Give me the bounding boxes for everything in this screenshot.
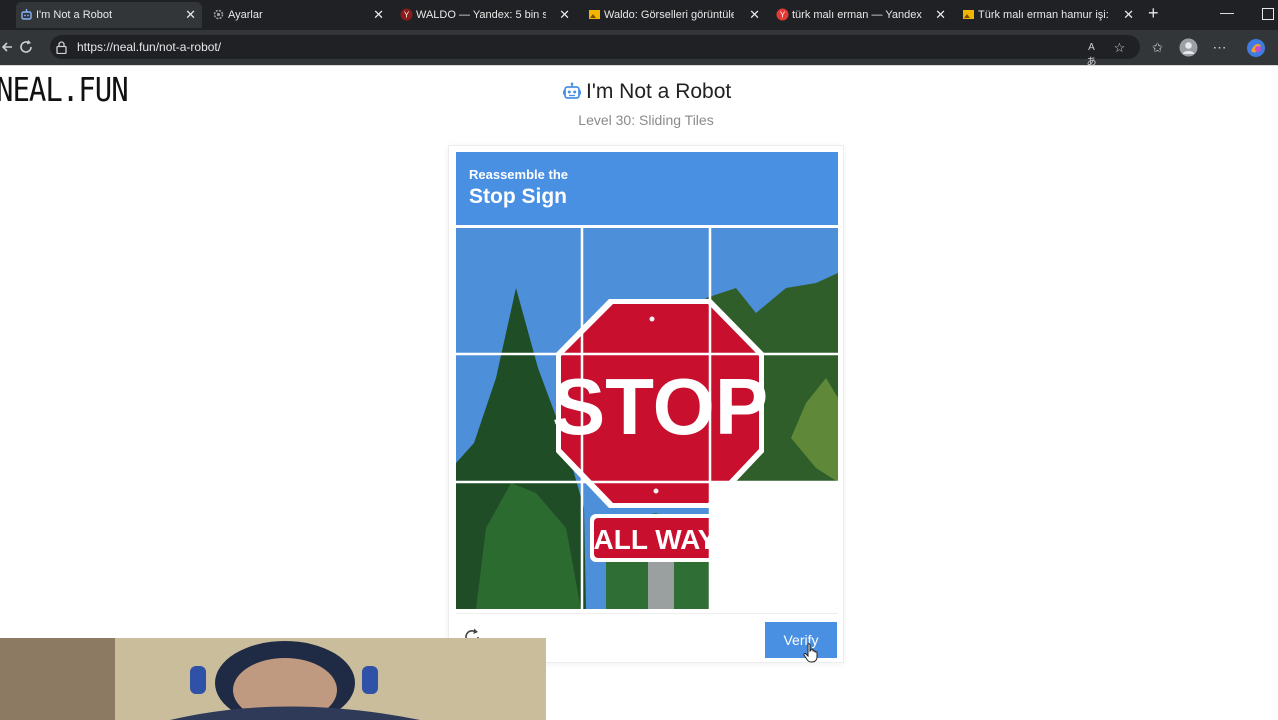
tab-label: Türk malı erman hamur işi: G bbox=[978, 9, 1108, 21]
close-tab-icon[interactable]: ✕ bbox=[749, 6, 760, 24]
headphones-icon bbox=[190, 666, 206, 694]
svg-text:Y: Y bbox=[404, 11, 410, 20]
browser-tab-strip: I'm Not a Robot ✕ Ayarlar ✕ Y WALDO — Ya… bbox=[0, 0, 1278, 30]
more-menu-icon[interactable]: ⋯ bbox=[1212, 40, 1227, 55]
tab-label: Waldo: Görselleri görüntüley bbox=[604, 9, 734, 21]
webcam-overlay bbox=[0, 638, 546, 720]
new-tab-button[interactable]: + bbox=[1148, 3, 1159, 24]
tab-waldo-yandex[interactable]: Y WALDO — Yandex: 5 bin sor ✕ bbox=[396, 2, 576, 28]
read-aloud-icon[interactable]: Aあ bbox=[1084, 40, 1099, 68]
back-arrow-icon[interactable] bbox=[2, 40, 16, 54]
site-logo[interactable]: NEAL.FUN bbox=[0, 70, 129, 109]
maximize-button[interactable] bbox=[1262, 8, 1274, 20]
close-tab-icon[interactable]: ✕ bbox=[185, 6, 196, 24]
images-icon bbox=[589, 10, 600, 19]
headphones-icon bbox=[362, 666, 378, 694]
hand-cursor-icon bbox=[803, 643, 818, 663]
all-way-text: ALL WAY bbox=[594, 524, 717, 555]
yandex-icon: Y bbox=[776, 8, 789, 21]
robot-icon bbox=[563, 82, 581, 99]
stop-sign-text: STOP bbox=[552, 362, 768, 451]
tab-turk-mali-hamur[interactable]: Türk malı erman hamur işi: G ✕ bbox=[958, 2, 1140, 28]
url-field[interactable]: https://neal.fun/not-a-robot/ bbox=[50, 35, 1140, 59]
empty-tile-slot bbox=[710, 482, 838, 609]
gear-icon bbox=[213, 9, 224, 20]
captcha-header: Reassemble the Stop Sign bbox=[456, 152, 838, 225]
bolt bbox=[653, 488, 659, 494]
toolbar-divider bbox=[0, 65, 1278, 66]
lock-icon[interactable] bbox=[56, 41, 67, 54]
robot-icon bbox=[21, 9, 32, 20]
page-header: I'm Not a Robot bbox=[562, 80, 731, 104]
tab-label: Ayarlar bbox=[228, 9, 263, 21]
tab-label: I'm Not a Robot bbox=[36, 9, 113, 21]
tab-settings[interactable]: Ayarlar ✕ bbox=[208, 2, 390, 28]
yandex-icon: Y bbox=[400, 8, 413, 21]
captcha-footer-divider bbox=[456, 613, 838, 614]
reload-icon[interactable] bbox=[18, 39, 34, 55]
close-tab-icon[interactable]: ✕ bbox=[1123, 6, 1134, 24]
sliding-tile-puzzle[interactable]: STOP ALL WAY bbox=[456, 228, 838, 609]
favorites-icon[interactable]: ✩ bbox=[1150, 40, 1165, 55]
close-tab-icon[interactable]: ✕ bbox=[559, 6, 570, 24]
close-tab-icon[interactable]: ✕ bbox=[935, 6, 946, 24]
webcam-door bbox=[0, 638, 115, 720]
tab-label: türk malı erman — Yandex: 1 bbox=[792, 9, 922, 21]
tab-turk-mali-erman[interactable]: Y türk malı erman — Yandex: 1 ✕ bbox=[772, 2, 952, 28]
address-bar-row: https://neal.fun/not-a-robot/ Aあ ☆ ✩ ⋯ bbox=[0, 30, 1278, 68]
bolt bbox=[649, 316, 655, 322]
svg-text:Y: Y bbox=[780, 11, 786, 20]
copilot-icon[interactable] bbox=[1246, 38, 1266, 58]
verify-button[interactable]: Verify bbox=[765, 622, 837, 658]
favorite-star-icon[interactable]: ☆ bbox=[1112, 40, 1127, 55]
minimize-button[interactable]: — bbox=[1220, 4, 1234, 20]
tab-label: WALDO — Yandex: 5 bin sor bbox=[416, 9, 546, 21]
level-subtitle: Level 30: Sliding Tiles bbox=[578, 112, 714, 128]
images-icon bbox=[963, 10, 974, 19]
captcha-target: Stop Sign bbox=[469, 185, 567, 208]
page-title: I'm Not a Robot bbox=[586, 80, 732, 103]
profile-avatar-icon[interactable] bbox=[1179, 38, 1198, 57]
close-tab-icon[interactable]: ✕ bbox=[373, 6, 384, 24]
tab-waldo-images[interactable]: Waldo: Görselleri görüntüley ✕ bbox=[584, 2, 766, 28]
tab-not-a-robot[interactable]: I'm Not a Robot ✕ bbox=[16, 2, 202, 28]
captcha-instruction: Reassemble the bbox=[469, 167, 568, 182]
